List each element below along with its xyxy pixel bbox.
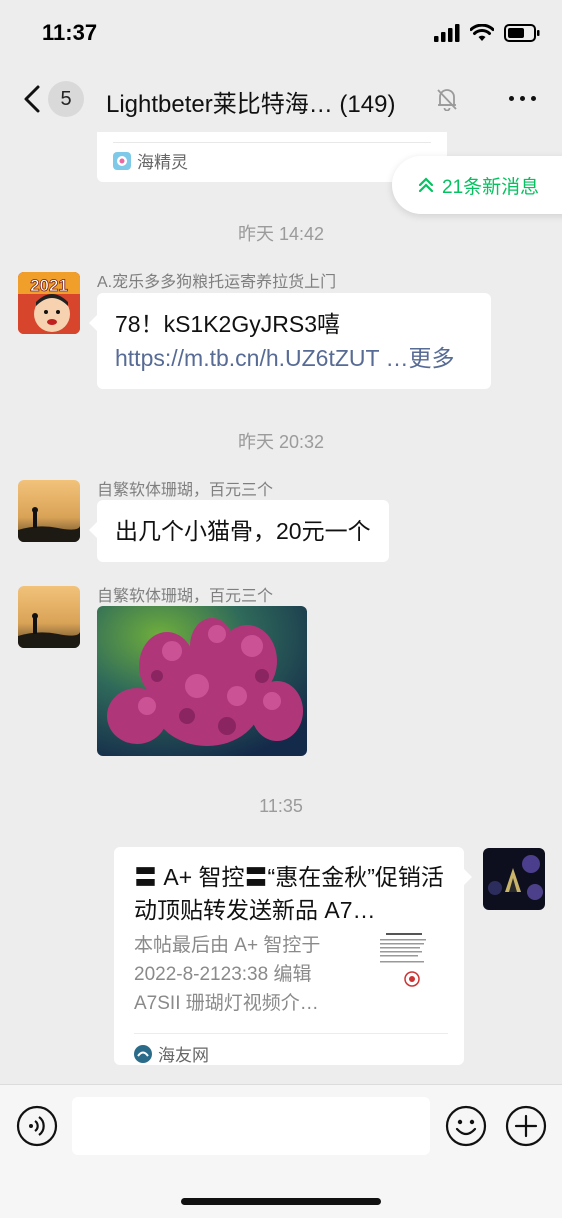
card-source: 海友网: [134, 1041, 209, 1066]
message-bubble[interactable]: 78！kS1K2GyJRS3嘻 https://m.tb.cn/h.UZ6tZU…: [89, 293, 491, 389]
avatar[interactable]: [18, 480, 80, 542]
sender-name: A.宠乐多多狗粮托运寄养拉货上门: [97, 274, 337, 291]
card-source-label: 海精灵: [137, 153, 188, 172]
haijingling-logo-icon: [113, 151, 131, 170]
card-title: 〓 A+ 智控〓“惠在金秋”促销活动顶贴转发送新品 A7…: [134, 864, 444, 923]
voice-icon[interactable]: [16, 1105, 58, 1147]
emoji-icon[interactable]: [445, 1105, 487, 1147]
timestamp: 昨天 20:32: [237, 432, 325, 452]
coral-photo[interactable]: [97, 606, 307, 756]
avatar[interactable]: [483, 848, 545, 910]
group-name: Lightbeter莱比特海…: [106, 91, 333, 118]
message-text: 出几个小猫骨，20元一个: [115, 518, 371, 544]
avatar-silhouette-image: [18, 480, 80, 542]
sender-name: 自繁软体珊瑚，百元三个: [97, 482, 274, 499]
message-list[interactable]: 海精灵 21条新消息 昨天 14:42 2021 A.宠乐多多狗粮托运寄养拉货上…: [0, 132, 562, 1084]
coral-photo-image: [97, 606, 307, 756]
avatar-text: 2021: [30, 276, 68, 295]
message-input[interactable]: [72, 1097, 430, 1155]
ellipsis-icon[interactable]: [509, 96, 536, 101]
card-description: 本帖最后由 A+ 智控于 2022-8-2123:38 编辑 A7SII 珊瑚灯…: [134, 935, 321, 1014]
battery-icon: [504, 24, 540, 42]
message-bubble[interactable]: 出几个小猫骨，20元一个: [89, 500, 389, 562]
member-count: (149): [339, 91, 396, 118]
card-source: 海精灵: [113, 148, 188, 173]
more-link[interactable]: …更多: [386, 345, 455, 371]
timestamp: 11:35: [259, 796, 303, 816]
new-messages-button[interactable]: 21条新消息: [392, 156, 562, 214]
new-messages-label: 21条新消息: [442, 176, 540, 198]
card-thumbnail-image: [368, 929, 438, 999]
wifi-icon: [470, 24, 494, 41]
avatar[interactable]: [18, 586, 80, 648]
chat-title[interactable]: Lightbeter莱比特海… (149): [106, 84, 395, 119]
avatar-cartoon-image: 2021: [18, 272, 80, 334]
unread-count-badge[interactable]: 5: [48, 81, 84, 117]
my-avatar-image: [483, 848, 545, 910]
double-chevron-up-icon: [418, 177, 434, 193]
message-text: 78！kS1K2GyJRS3嘻: [115, 311, 340, 337]
status-bar: 11:37: [0, 0, 562, 66]
haiyouwang-logo-icon: [134, 1044, 152, 1063]
bell-off-icon: [437, 89, 457, 111]
chevron-left-icon[interactable]: [20, 84, 44, 114]
sender-name: 自繁软体珊瑚，百元三个: [97, 588, 274, 605]
shared-link-card[interactable]: 〓 A+ 智控〓“惠在金秋”促销活动顶贴转发送新品 A7… 本帖最后由 A+ 智…: [114, 847, 472, 1066]
card-source-label: 海友网: [158, 1046, 209, 1065]
status-time: 11:37: [42, 20, 98, 45]
home-indicator[interactable]: [181, 1198, 381, 1205]
signal-icon: [434, 24, 460, 42]
plus-icon[interactable]: [505, 1105, 547, 1147]
message-link[interactable]: https://m.tb.cn/h.UZ6tZUT: [115, 345, 379, 371]
timestamp: 昨天 14:42: [237, 224, 325, 244]
avatar[interactable]: 2021: [18, 272, 80, 334]
nav-bar: 5 Lightbeter莱比特海… (149): [0, 66, 562, 132]
avatar-silhouette-image: [18, 586, 80, 648]
status-icons: [434, 24, 540, 42]
